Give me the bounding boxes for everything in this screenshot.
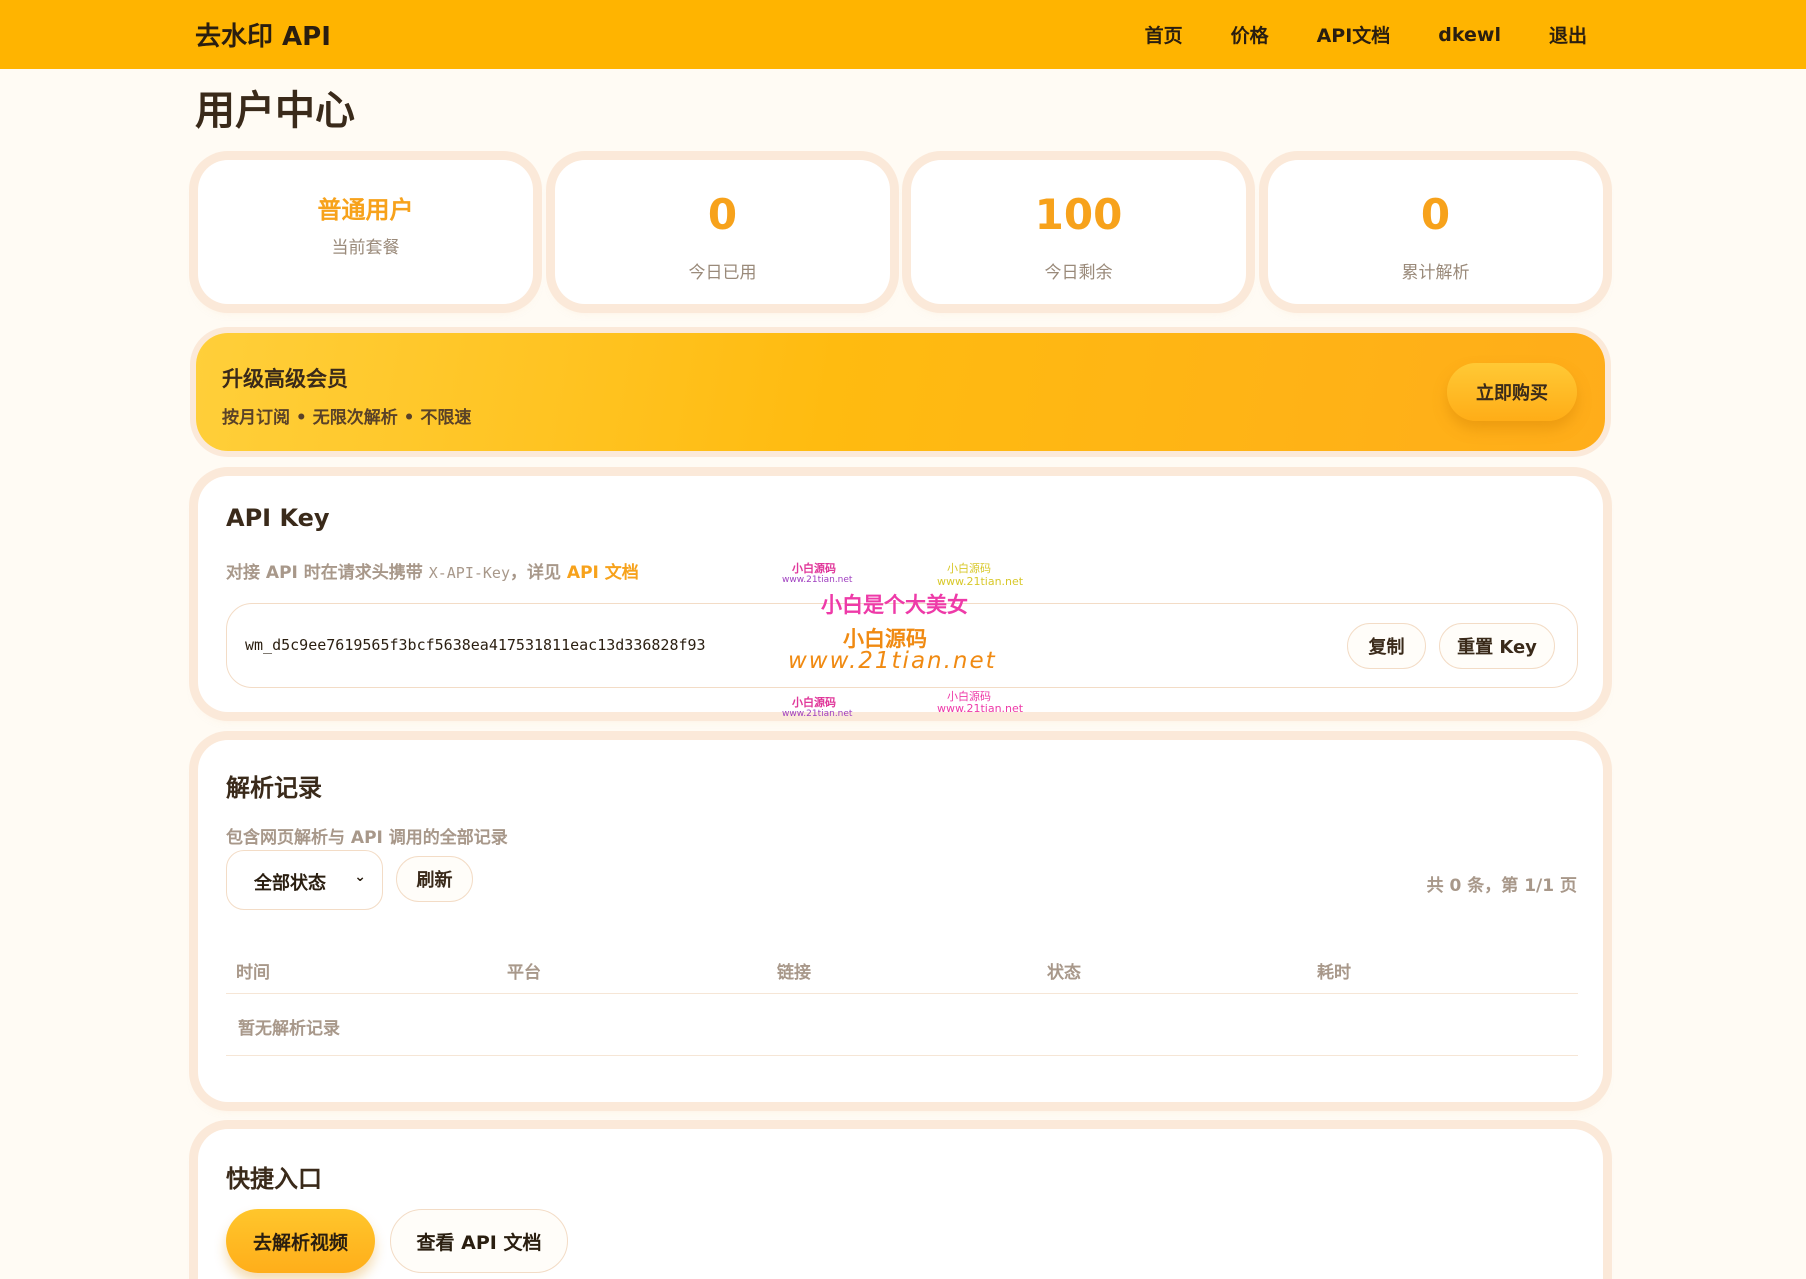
buy-now-button[interactable]: 立即购买 [1447,363,1577,421]
col-time: 时间 [236,963,270,983]
watermark-small-6: www.21tian.net [782,709,853,719]
today-left-value: 100 [1034,190,1123,239]
records-title: 解析记录 [226,774,322,802]
watermark-small-2: www.21tian.net [782,575,853,585]
today-used-label: 今日已用 [688,263,757,283]
watermark-line-3: www.21tian.net [788,648,997,674]
watermark-small-3: 小白源码 [947,562,991,575]
col-link: 链接 [777,963,811,983]
table-row-empty: 暂无解析记录 [226,994,1578,1056]
today-left-label: 今日剩余 [1044,263,1113,283]
watermark-small-1: 小白源码 [792,562,836,575]
stat-card-today-used: 0 今日已用 [555,160,890,304]
total-value: 0 [1420,190,1451,239]
page-title: 用户中心 [195,88,355,134]
watermark-small-4: www.21tian.net [937,575,1024,588]
api-docs-link[interactable]: API 文档 [567,563,639,583]
records-card: 解析记录 包含网页解析与 API 调用的全部记录 全部状态 ⌄ 刷新 共 0 条… [198,740,1603,1102]
total-label: 累计解析 [1401,263,1470,283]
main-nav: 首页 价格 API文档 dkewl 退出 [1145,0,1587,69]
watermark-small-8: www.21tian.net [937,702,1024,715]
api-key-desc-prefix: 对接 API 时在请求头携带 [226,563,429,583]
nav-pricing[interactable]: 价格 [1231,21,1269,48]
api-key-desc-mid: ，详见 [509,563,567,583]
pagination-count: 共 0 条，第 1/1 页 [1426,876,1577,896]
status-filter-value: 全部状态 [254,873,326,894]
api-key-header-name: X-API-Key [428,564,510,582]
col-duration: 耗时 [1317,963,1351,983]
chevron-down-icon: ⌄ [354,869,366,885]
upgrade-title: 升级高级会员 [222,367,348,391]
api-key-title: API Key [226,504,330,532]
reset-key-button[interactable]: 重置 Key [1439,623,1555,669]
nav-api-docs[interactable]: API文档 [1317,21,1391,48]
nav-logout[interactable]: 退出 [1549,21,1587,48]
api-key-value: wm_d5c9ee7619565f3bcf5638ea417531811eac1… [245,636,706,654]
stat-card-today-left: 100 今日剩余 [911,160,1246,304]
view-api-docs-button[interactable]: 查看 API 文档 [390,1209,568,1273]
watermark-main: 小白是个大美女 [821,593,968,617]
nav-home[interactable]: 首页 [1145,21,1183,48]
brand-logo[interactable]: 去水印 API [195,16,331,53]
shortcuts-title: 快捷入口 [226,1165,322,1193]
upgrade-banner: 升级高级会员 按月订阅 • 无限次解析 • 不限速 立即购买 [196,333,1605,451]
records-table-header: 时间 平台 链接 状态 耗时 [226,940,1578,994]
nav-username[interactable]: dkewl [1438,24,1501,46]
empty-records-text: 暂无解析记录 [238,1019,340,1039]
col-status: 状态 [1047,963,1081,983]
refresh-button[interactable]: 刷新 [396,856,473,902]
status-filter-select[interactable]: 全部状态 ⌄ [226,850,383,910]
api-key-description: 对接 API 时在请求头携带 X-API-Key，详见 API 文档 [226,558,639,583]
stat-card-total: 0 累计解析 [1268,160,1603,304]
go-parse-video-button[interactable]: 去解析视频 [226,1209,375,1273]
plan-label: 当前套餐 [331,238,400,258]
col-platform: 平台 [507,963,541,983]
upgrade-subtitle: 按月订阅 • 无限次解析 • 不限速 [222,408,472,428]
watermark-small-5: 小白源码 [792,696,836,709]
shortcuts-card: 快捷入口 去解析视频 查看 API 文档 [198,1129,1603,1279]
records-subtitle: 包含网页解析与 API 调用的全部记录 [226,828,508,848]
top-navbar: 去水印 API 首页 价格 API文档 dkewl 退出 [0,0,1806,69]
copy-key-button[interactable]: 复制 [1347,623,1426,669]
plan-name: 普通用户 [317,196,414,224]
today-used-value: 0 [707,190,738,239]
stat-card-plan: 普通用户 当前套餐 [198,160,533,304]
